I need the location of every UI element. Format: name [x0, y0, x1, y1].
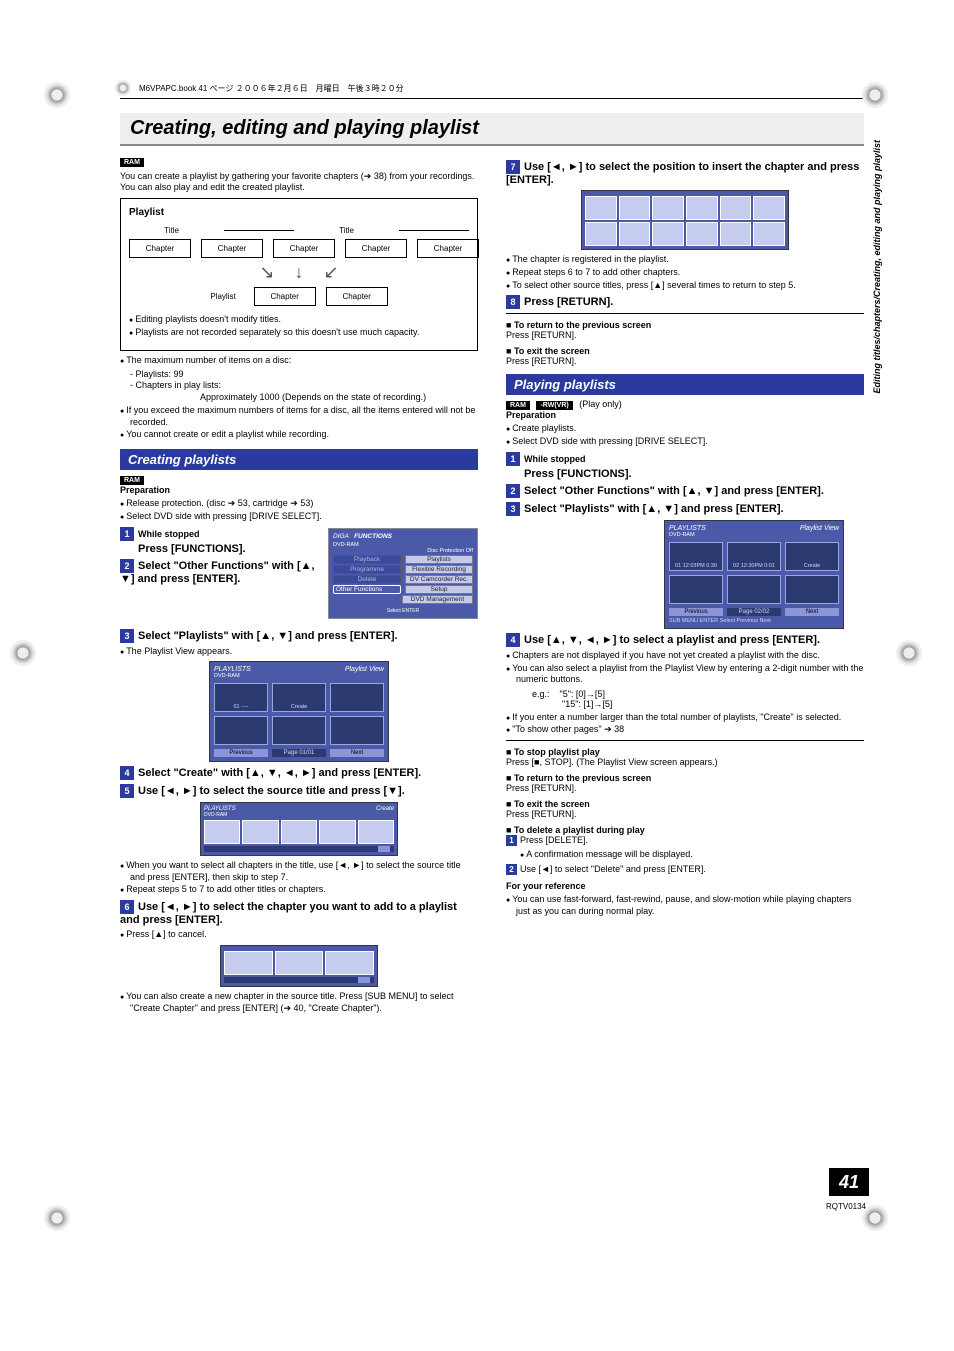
playlist-diagram: Playlist Title Title Chapter Chapter Cha…	[120, 198, 478, 351]
page-title: Creating, editing and playing playlist	[120, 113, 864, 146]
crop-circle-br	[862, 1205, 890, 1233]
playlist-view-screenshot: PLAYLISTSPlaylist View DVD-RAM 01 ---- C…	[209, 661, 389, 762]
ram-badge: RAM	[120, 158, 144, 167]
book-line-text: M6VPAPC.book 41 ページ ２００６年２月６日 月曜日 午後３時２０…	[139, 83, 404, 94]
playlist-view-screenshot-2: PLAYLISTSPlaylist View DVD-RAM 01 12:03P…	[664, 520, 844, 629]
book-header: M6VPAPC.book 41 ページ ２００６年２月６日 月曜日 午後３時２０…	[115, 80, 864, 96]
crop-circle-ml	[10, 640, 38, 668]
side-chapter-label: Editing titles/chapters/Creating, editin…	[872, 140, 882, 394]
intro-text: You can create a playlist by gathering y…	[120, 171, 478, 192]
page-number: 41	[829, 1168, 869, 1196]
diagram-note: Editing playlists doesn't modify titles.	[129, 314, 469, 326]
ram-badge-2: RAM	[120, 476, 144, 485]
preparation-label: Preparation	[120, 485, 478, 495]
reference-heading: For your reference	[506, 881, 864, 891]
insert-position-screenshot	[581, 190, 789, 250]
diagram-title: Playlist	[129, 207, 469, 218]
creating-playlists-heading: Creating playlists	[120, 449, 478, 470]
functions-screenshot: DIGA FUNCTIONS DVD-RAM Disc Protection O…	[328, 528, 478, 619]
crop-circle-mr	[896, 640, 924, 668]
crop-circle-bl	[44, 1205, 72, 1233]
exit-screen-heading: To exit the screen	[506, 346, 864, 356]
create-strip-screenshot: PLAYLISTSCreate DVD-RAM	[200, 802, 398, 856]
return-previous-heading: To return to the previous screen	[506, 320, 864, 330]
delete-playlist-heading: To delete a playlist during play	[506, 825, 864, 835]
header-rule	[120, 98, 864, 99]
page-code: RQTV0134	[826, 1202, 866, 1211]
crop-circle-tr	[862, 82, 890, 110]
chapter-strip-screenshot	[220, 945, 378, 987]
crop-circle-tl	[44, 82, 72, 110]
diagram-note: Playlists are not recorded separately so…	[129, 327, 469, 339]
playing-playlists-heading: Playing playlists	[506, 374, 864, 395]
stop-playlist-heading: To stop playlist play	[506, 747, 864, 757]
max-items-note: The maximum number of items on a disc:	[120, 355, 478, 367]
